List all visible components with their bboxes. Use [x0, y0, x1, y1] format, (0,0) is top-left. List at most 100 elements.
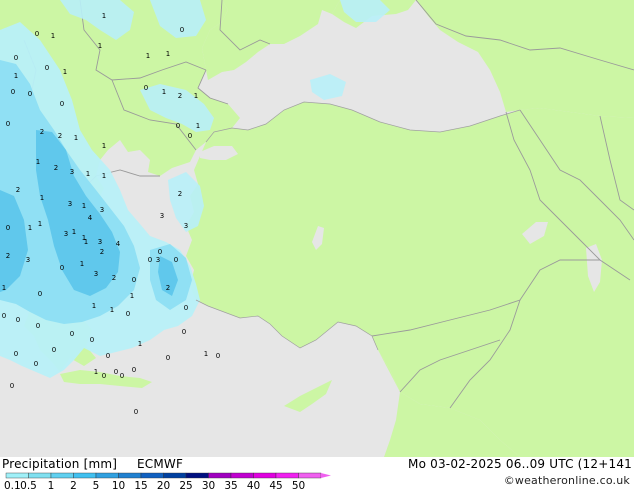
precip-value-label: 0	[36, 322, 40, 330]
precip-value-label: 3	[68, 200, 72, 208]
scale-swatch	[118, 472, 142, 479]
precip-value-label: 0	[158, 248, 162, 256]
precip-value-label: 2	[54, 164, 58, 172]
precip-value-label: 1	[102, 172, 106, 180]
precip-value-label: 2	[100, 248, 104, 256]
precip-value-label: 3	[184, 222, 188, 230]
precip-value-label: 0	[188, 132, 192, 140]
precip-value-label: 3	[64, 230, 68, 238]
scale-swatch	[140, 472, 164, 479]
map-title: Precipitation [mm]	[2, 457, 118, 471]
scale-swatch	[253, 472, 277, 479]
precip-value-label: 0	[6, 224, 10, 232]
precip-value-label: 1	[94, 368, 98, 376]
precip-value-label: 1	[40, 194, 44, 202]
precip-value-label: 0	[166, 354, 170, 362]
scale-tick-label: 35	[224, 480, 237, 490]
precip-value-label: 4	[116, 240, 121, 248]
precip-value-label: 1	[51, 32, 55, 40]
precip-value-label: 0	[11, 88, 15, 96]
scale-swatch	[5, 472, 29, 479]
precip-value-label: 0	[132, 366, 136, 374]
scale-tick-label: 10	[112, 480, 125, 490]
precip-value-label: 1	[102, 12, 106, 20]
precip-value-label: 1	[82, 202, 86, 210]
precip-value-label: 2	[58, 132, 62, 140]
precip-value-label: 0	[174, 256, 178, 264]
scale-swatch	[298, 472, 322, 479]
precip-value-label: 0	[216, 352, 220, 360]
precip-value-label: 0	[45, 64, 49, 72]
scale-tick-label: 0.1	[4, 480, 21, 490]
precip-value-label: 0	[90, 336, 94, 344]
precip-value-label: 0	[180, 26, 184, 34]
scale-swatch	[275, 472, 299, 479]
precip-value-label: 1	[138, 340, 142, 348]
precip-value-label: 0	[6, 120, 10, 128]
precip-value-label: 1	[98, 42, 102, 50]
precip-value-label: 4	[88, 214, 93, 222]
precip-value-label: 1	[162, 88, 166, 96]
scale-tick-label: 20	[157, 480, 170, 490]
precip-value-label: 0	[10, 382, 14, 390]
scale-tick-label: 40	[247, 480, 260, 490]
precip-value-label: 1	[38, 220, 42, 228]
precip-value-label: 0	[102, 372, 106, 380]
scale-swatch	[185, 472, 209, 479]
precip-value-label: 0	[182, 328, 186, 336]
scale-swatch	[50, 472, 74, 479]
precip-value-label: 3	[156, 256, 160, 264]
scale-swatch	[163, 472, 187, 479]
precip-value-label: 0	[16, 316, 20, 324]
scale-overflow-arrow	[321, 473, 331, 478]
precip-value-label: 0	[35, 30, 39, 38]
map-footer: Precipitation [mm] ECMWF Mo 03-02-2025 0…	[0, 457, 634, 490]
scale-tick-label: 50	[292, 480, 305, 490]
precip-value-label: 0	[144, 84, 148, 92]
precip-value-label: 1	[80, 260, 84, 268]
precip-value-label: 3	[26, 256, 30, 264]
precip-value-label: 0	[28, 90, 32, 98]
precip-value-label: 3	[100, 206, 104, 214]
scale-swatch	[230, 472, 254, 479]
scale-swatch	[208, 472, 232, 479]
precip-value-label: 3	[98, 238, 102, 246]
precip-value-label: 2	[112, 274, 116, 282]
precipitation-color-scale: 0.1 0.5 1 2 5 10 15 20 25 30 35 40 45 50	[4, 472, 331, 490]
precip-value-label: 1	[28, 224, 32, 232]
precip-value-label: 0	[70, 330, 74, 338]
precip-value-label: 0	[126, 310, 130, 318]
scale-tick-label: 30	[202, 480, 215, 490]
precipitation-map: 10 100 111 10100000 1 2 10 12 2 11012 3 1 1213 1 34233…	[0, 0, 634, 457]
precip-value-label: 3	[160, 212, 164, 220]
precip-value-label: 0	[106, 352, 110, 360]
precip-value-label: 2	[178, 92, 182, 100]
credit-link[interactable]: ©weatheronline.co.uk	[504, 474, 630, 487]
precip-value-label: 2	[16, 186, 20, 194]
validity-time: Mo 03-02-2025 06..09 UTC (12+141	[408, 457, 632, 471]
scale-tick-label: 0.5	[20, 480, 37, 490]
precip-value-label: 0	[52, 346, 56, 354]
precip-value-label: 1	[166, 50, 170, 58]
precip-value-label: 0	[14, 350, 18, 358]
precip-value-label: 0	[34, 360, 38, 368]
precip-value-label: 1	[110, 306, 114, 314]
precip-value-label: 1	[36, 158, 40, 166]
scale-tick-label: 15	[134, 480, 147, 490]
precip-value-label: 0	[114, 368, 118, 376]
precip-value-label: 0	[2, 312, 6, 320]
precip-value-label: 3	[70, 168, 74, 176]
precip-value-label: 1	[84, 238, 88, 246]
precip-value-label: 1	[63, 68, 67, 76]
scale-tick-label: 2	[70, 480, 77, 490]
precip-value-label: 2	[166, 284, 170, 292]
precip-value-label: 1	[14, 72, 18, 80]
precip-value-label: 1	[204, 350, 208, 358]
precip-value-label: 0	[134, 408, 138, 416]
precip-value-label: 1	[86, 170, 90, 178]
scale-tick-label: 25	[179, 480, 192, 490]
model-name: ECMWF	[137, 457, 184, 471]
precip-value-label: 0	[132, 276, 136, 284]
scale-tick-label: 1	[48, 480, 55, 490]
precip-value-label: 0	[38, 290, 42, 298]
